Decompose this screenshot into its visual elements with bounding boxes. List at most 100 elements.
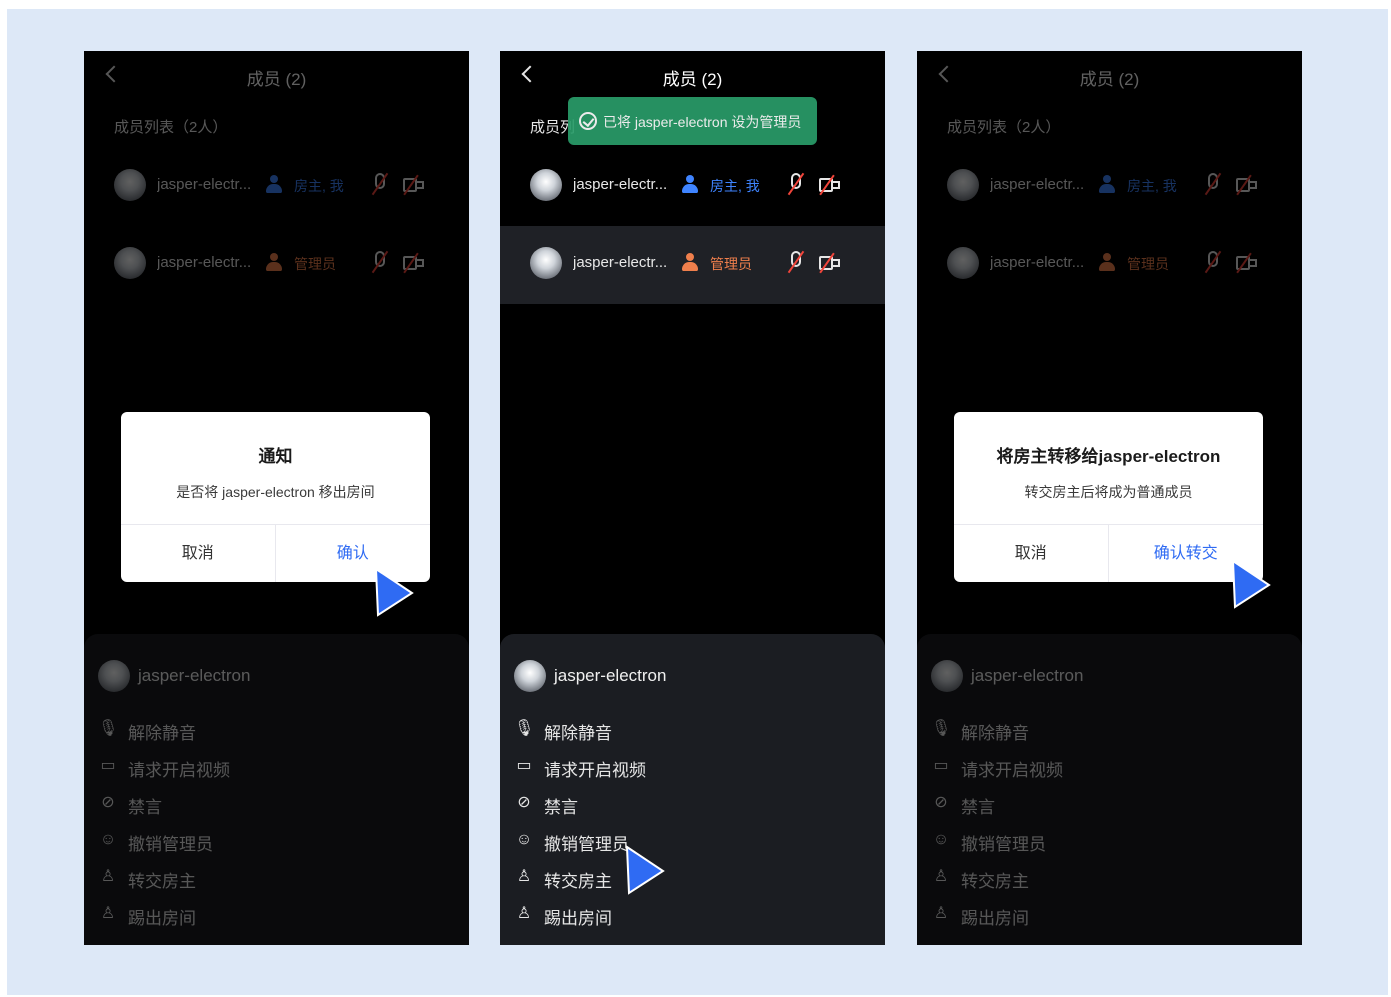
dialog-title: 将房主转移给jasper-electron [996,447,1221,466]
avatar [530,169,562,201]
camera-off-icon[interactable] [1236,174,1258,196]
member-role: 房主, 我 [294,178,344,194]
action-kick-out[interactable]: ♙ 踢出房间 [98,901,398,929]
sheet-member-name: jasper-electron [554,666,667,685]
mute-chat-icon: ⊘ [101,794,115,811]
person-icon [266,175,282,195]
success-toast: 已将 jasper-electron 设为管理员 [568,97,817,145]
action-label: 踢出房间 [961,909,1029,928]
action-transfer-owner[interactable]: ♙ 转交房主 [98,864,398,892]
cancel-button[interactable]: 取消 [954,525,1109,582]
action-kick-out[interactable]: ♙ 踢出房间 [931,901,1231,929]
person-icon [1099,253,1115,273]
member-name: jasper-electr... [990,176,1085,193]
header: 成员 (2) [917,51,1302,103]
mic-off-icon[interactable] [787,250,805,275]
action-label: 解除静音 [128,724,196,743]
kick-out-icon: ♙ [516,905,532,922]
transfer-owner-icon: ♙ [933,868,949,885]
video-icon: ▭ [933,757,949,774]
toast-message: 已将 jasper-electron 设为管理员 [603,114,802,130]
action-label: 撤销管理员 [544,835,629,854]
action-label: 撤销管理员 [128,835,213,854]
phone-panel-3: 成员 (2) 成员列表（2人） jasper-electr... 房主, 我 j… [917,51,1302,945]
member-action-sheet: jasper-electron 🎙 解除静音 ▭ 请求开启视频 ⊘ 禁言 ☺ 撤… [500,634,885,945]
action-unmute[interactable]: 🎙 解除静音 [514,716,814,744]
mic-off-icon[interactable] [787,172,805,197]
action-mute-chat[interactable]: ⊘ 禁言 [514,790,814,818]
avatar [114,247,146,279]
camera-off-icon[interactable] [403,174,425,196]
member-role: 房主, 我 [1127,178,1177,194]
revoke-admin-icon: ☺ [515,831,533,848]
header: 成员 (2) [84,51,469,103]
action-mute-chat[interactable]: ⊘ 禁言 [98,790,398,818]
mic-off-icon[interactable] [1204,250,1222,275]
member-name: jasper-electr... [990,254,1085,271]
action-revoke-admin[interactable]: ☺ 撤销管理员 [931,827,1231,855]
phone-panel-2: 成员 (2) 成员列 jasper-electr... 房主, 我 jasper… [500,51,885,945]
action-label: 转交房主 [961,872,1029,891]
action-label: 解除静音 [544,724,612,743]
member-row[interactable]: jasper-electr... 房主, 我 [84,148,469,226]
header: 成员 (2) [500,51,885,103]
confirm-dialog: 通知 是否将 jasper-electron 移出房间 取消 确认 [121,412,430,582]
action-request-video[interactable]: ▭ 请求开启视频 [931,753,1231,781]
transfer-owner-dialog: 将房主转移给jasper-electron 转交房主后将成为普通成员 取消 确认… [954,412,1263,582]
member-name: jasper-electr... [157,176,252,193]
action-kick-out[interactable]: ♙ 踢出房间 [514,901,814,929]
action-label: 踢出房间 [544,909,612,928]
page-title: 成员 (2) [1079,70,1140,89]
page-title: 成员 (2) [662,70,723,89]
avatar [947,169,979,201]
camera-off-icon[interactable] [1236,252,1258,274]
member-row[interactable]: jasper-electr... 管理员 [500,226,885,304]
member-row[interactable]: jasper-electr... 管理员 [917,226,1302,304]
revoke-admin-icon: ☺ [932,831,950,848]
member-row[interactable]: jasper-electr... 房主, 我 [500,148,885,226]
transfer-owner-icon: ♙ [516,868,532,885]
action-label: 撤销管理员 [961,835,1046,854]
action-revoke-admin[interactable]: ☺ 撤销管理员 [98,827,398,855]
avatar [947,247,979,279]
mic-off-icon[interactable] [1204,172,1222,197]
cancel-button[interactable]: 取消 [121,525,276,582]
mute-chat-icon: ⊘ [934,794,948,811]
sheet-header: jasper-electron [514,660,854,694]
action-label: 禁言 [128,798,162,817]
action-label: 请求开启视频 [544,761,646,780]
member-list-label: 成员列表（2人） [114,119,228,136]
action-unmute[interactable]: 🎙 解除静音 [98,716,398,744]
mic-icon: 🎙 [98,720,119,737]
avatar [931,660,963,692]
member-role: 房主, 我 [710,178,760,194]
camera-off-icon[interactable] [819,174,841,196]
phone-panel-1: 成员 (2) 成员列表（2人） jasper-electr... 房主, 我 j… [84,51,469,945]
action-label: 解除静音 [961,724,1029,743]
action-label: 请求开启视频 [128,761,230,780]
member-row[interactable]: jasper-electr... 管理员 [84,226,469,304]
member-name: jasper-electr... [573,254,668,271]
action-request-video[interactable]: ▭ 请求开启视频 [98,753,398,781]
camera-off-icon[interactable] [403,252,425,274]
sheet-header: jasper-electron [931,660,1271,694]
action-request-video[interactable]: ▭ 请求开启视频 [514,753,814,781]
person-icon [266,253,282,273]
dialog-title: 通知 [258,447,293,466]
video-icon: ▭ [100,757,116,774]
camera-off-icon[interactable] [819,252,841,274]
kick-out-icon: ♙ [933,905,949,922]
dialog-message: 是否将 jasper-electron 移出房间 [176,484,375,500]
avatar [98,660,130,692]
page-title: 成员 (2) [246,70,307,89]
mic-off-icon[interactable] [371,172,389,197]
action-unmute[interactable]: 🎙 解除静音 [931,716,1231,744]
kick-out-icon: ♙ [100,905,116,922]
action-mute-chat[interactable]: ⊘ 禁言 [931,790,1231,818]
check-circle-icon [579,112,597,130]
action-transfer-owner[interactable]: ♙ 转交房主 [931,864,1231,892]
member-list-label: 成员列表（2人） [947,119,1061,136]
member-row[interactable]: jasper-electr... 房主, 我 [917,148,1302,226]
avatar [514,660,546,692]
mic-off-icon[interactable] [371,250,389,275]
